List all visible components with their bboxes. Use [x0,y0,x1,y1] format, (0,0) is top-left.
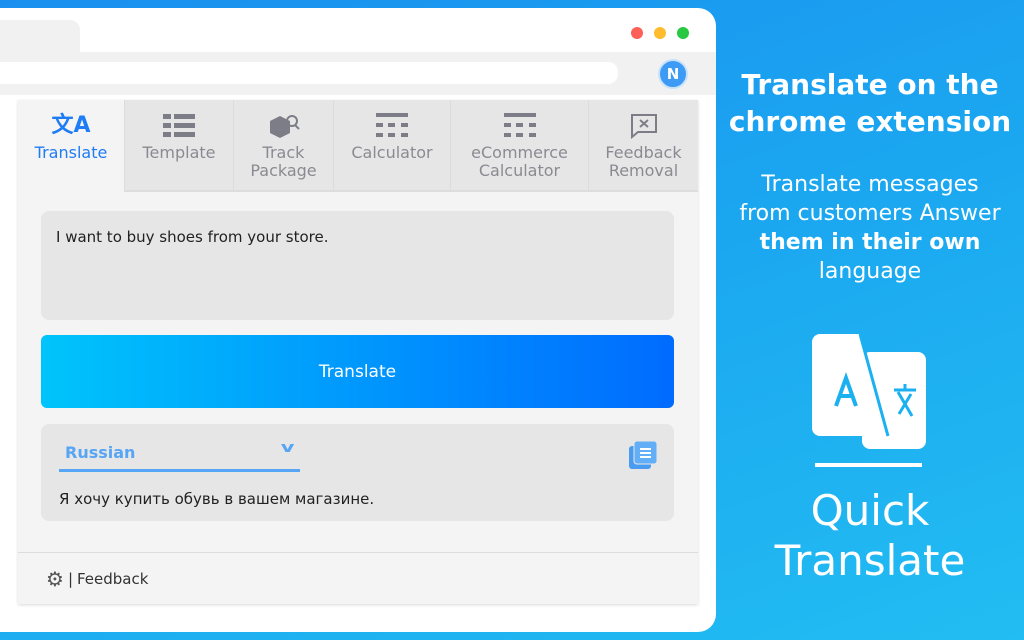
language-select[interactable]: Russian v [59,440,300,472]
result-box: Russian v Я хочу купить обувь в вашем маг… [41,424,674,521]
minimize-dot[interactable] [654,27,666,39]
maximize-dot[interactable] [677,27,689,39]
address-bar[interactable] [0,62,618,84]
divider [815,463,922,467]
feedback-remove-icon [630,112,658,140]
tab-translate[interactable]: 文A Translate [18,100,124,192]
list-icon [163,112,195,140]
translate-button[interactable]: Translate [41,335,674,408]
quick-translate-logo-icon [812,334,926,449]
feedback-link[interactable]: Feedback [77,570,148,588]
promo-title: Translate on the chrome extension [728,68,1012,138]
tab-calculator[interactable]: Calculator [333,100,450,192]
package-search-icon [268,112,300,140]
browser-tab[interactable] [0,20,80,54]
brand-name: Quick Translate [774,486,966,585]
tab-ecommerce-calculator[interactable]: eCommerce Calculator [450,100,588,192]
tab-template[interactable]: Template [124,100,233,192]
tab-bar: 文A Translate Template Track Package Calc… [18,100,698,192]
extension-avatar[interactable]: N [658,59,688,89]
tab-track-package[interactable]: Track Package [233,100,333,192]
source-text-input[interactable]: I want to buy shoes from your store. [41,211,674,320]
calculator-icon [503,112,536,140]
chevron-down-icon: v [280,440,295,456]
browser-window: N 文A Translate Template Track Package Ca… [0,8,716,632]
calculator-icon [376,112,408,140]
translated-text: Я хочу купить обувь в вашем магазине. [59,490,375,508]
copy-icon[interactable] [628,440,658,474]
extension-panel: 文A Translate Template Track Package Calc… [18,100,698,604]
footer: ⚙ | Feedback [18,552,698,604]
settings-icon[interactable]: ⚙ [46,567,64,591]
promo-subtitle: Translate messages from customers Answer… [739,172,1001,284]
tab-feedback-removal[interactable]: Feedback Removal [588,100,698,192]
close-dot[interactable] [631,27,643,39]
translate-icon: 文A [51,113,91,138]
